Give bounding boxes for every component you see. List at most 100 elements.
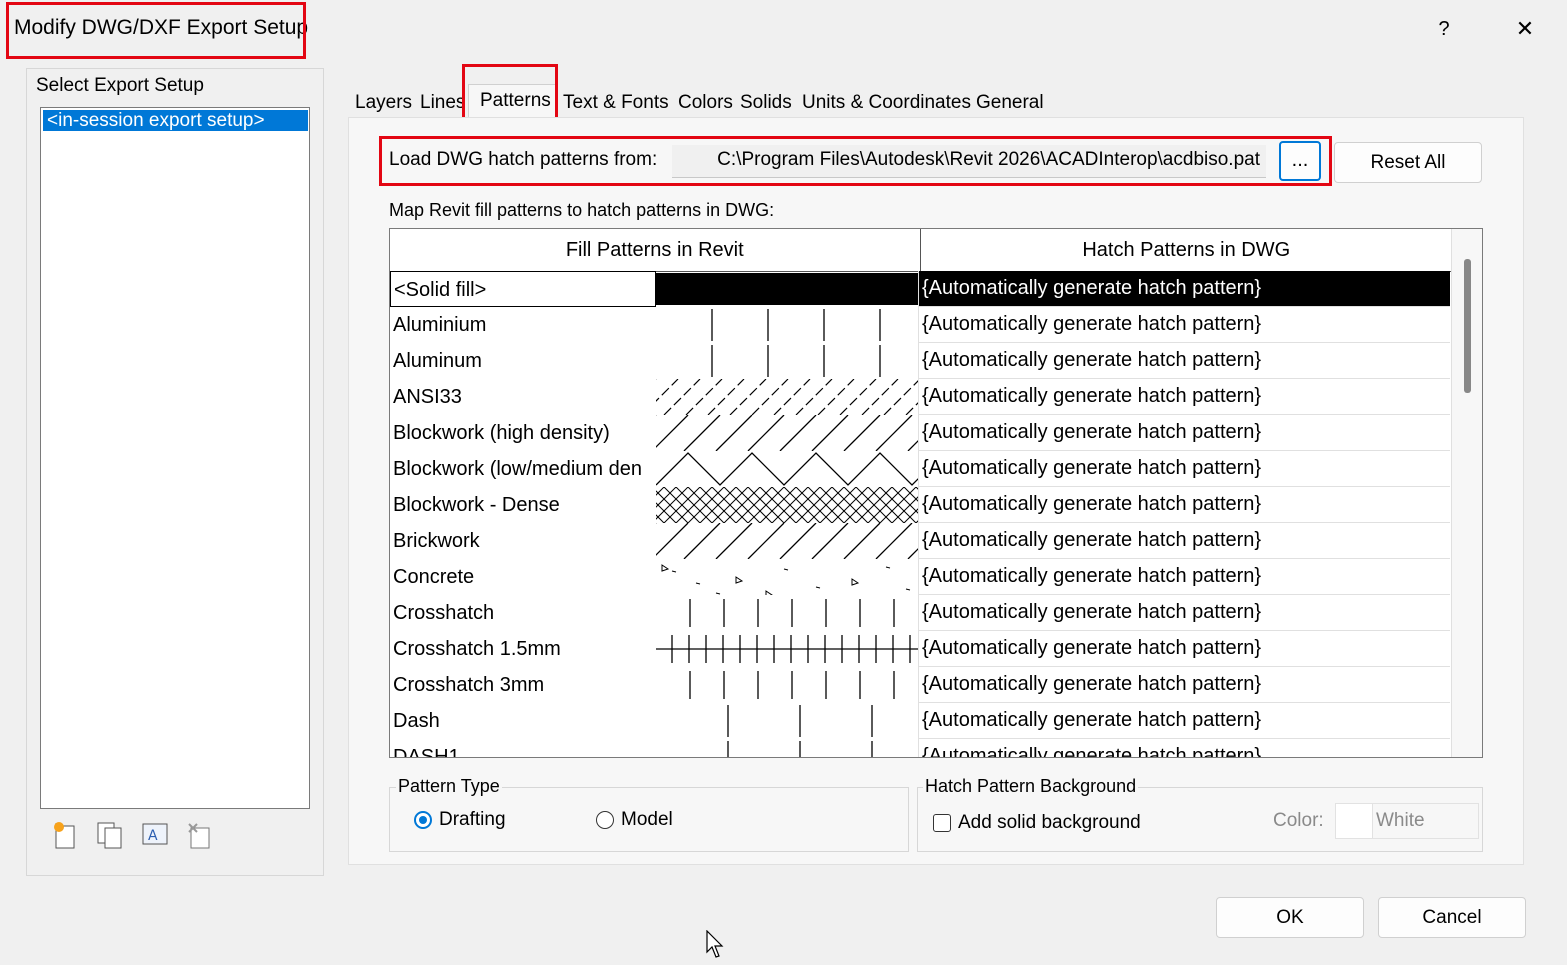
tab-layers[interactable]: Layers: [355, 90, 412, 116]
tab-general[interactable]: General: [976, 90, 1044, 116]
table-rows: <Solid fill> {Automatically generate hatc…: [390, 271, 1452, 758]
pattern-swatch: [656, 595, 918, 631]
pattern-mapping-table[interactable]: Fill Patterns in Revit Hatch Patterns in…: [389, 228, 1483, 758]
table-row[interactable]: Dash {Automatically generate hatch patter…: [390, 703, 1452, 739]
revit-pattern-name: Dash: [393, 710, 440, 732]
revit-pattern-name: Blockwork (low/medium den: [393, 458, 642, 480]
ok-button[interactable]: OK: [1216, 897, 1364, 938]
solid-background-label[interactable]: Add solid background: [958, 812, 1141, 834]
pattern-swatch: [656, 415, 918, 451]
dwg-hatch-cell[interactable]: {Automatically generate hatch pattern}: [918, 739, 1450, 757]
color-picker[interactable]: White: [1335, 803, 1479, 839]
table-header: Fill Patterns in Revit Hatch Patterns in…: [390, 229, 1452, 272]
table-row[interactable]: Brickwork {Automatically generate hatch p…: [390, 523, 1452, 559]
export-setup-item[interactable]: <in-session export setup>: [43, 110, 308, 131]
pattern-swatch: [656, 307, 918, 343]
delete-setup-icon[interactable]: [185, 820, 215, 850]
pattern-swatch: [656, 703, 918, 739]
table-row[interactable]: Blockwork (high density) {Automatically g…: [390, 415, 1452, 451]
export-setup-list[interactable]: [40, 107, 310, 809]
help-button[interactable]: ?: [1432, 14, 1456, 44]
model-radio[interactable]: [596, 811, 614, 829]
color-swatch: [1336, 804, 1373, 838]
column-header-dwg[interactable]: Hatch Patterns in DWG: [921, 229, 1453, 271]
table-row[interactable]: Crosshatch {Automatically generate hatch …: [390, 595, 1452, 631]
load-highlight-box: [379, 136, 1332, 186]
revit-pattern-name: Crosshatch: [393, 602, 495, 624]
cancel-button[interactable]: Cancel: [1378, 897, 1526, 938]
tab-colors[interactable]: Colors: [678, 90, 733, 116]
dwg-hatch-cell[interactable]: {Automatically generate hatch pattern}: [918, 595, 1450, 631]
dwg-hatch-cell[interactable]: {Automatically generate hatch pattern}: [918, 307, 1450, 343]
pattern-swatch: [656, 451, 918, 487]
revit-pattern-name: DASH1: [393, 746, 460, 758]
color-value: White: [1376, 810, 1425, 831]
revit-pattern-name: Aluminium: [393, 314, 487, 336]
revit-pattern-name: Concrete: [393, 566, 475, 588]
select-export-setup-label: Select Export Setup: [34, 75, 206, 97]
dwg-hatch-cell[interactable]: {Automatically generate hatch pattern}: [918, 631, 1450, 667]
new-setup-icon[interactable]: [50, 820, 80, 850]
revit-pattern-name: Crosshatch 3mm: [393, 674, 545, 696]
table-row[interactable]: Crosshatch 1.5mm {Automatically generate …: [390, 631, 1452, 667]
dwg-hatch-cell[interactable]: {Automatically generate hatch pattern}: [918, 415, 1450, 451]
dwg-hatch-cell[interactable]: {Automatically generate hatch pattern}: [918, 703, 1450, 739]
dwg-hatch-cell[interactable]: {Automatically generate hatch pattern}: [918, 667, 1450, 703]
svg-text:A: A: [148, 828, 158, 844]
pattern-swatch: [656, 523, 918, 559]
close-button[interactable]: ✕: [1510, 14, 1540, 44]
pattern-swatch: [656, 667, 918, 703]
pattern-swatch: [656, 631, 918, 667]
revit-pattern-name: Blockwork - Dense: [393, 494, 560, 516]
tab-highlight-box: [462, 64, 558, 120]
pattern-swatch: [656, 379, 918, 415]
tab-lines[interactable]: Lines: [420, 90, 465, 116]
tab-text-fonts[interactable]: Text & Fonts: [563, 90, 669, 116]
solid-background-checkbox[interactable]: [933, 814, 951, 832]
drafting-radio[interactable]: [414, 811, 432, 829]
title-highlight-box: [6, 2, 306, 59]
table-scrollbar[interactable]: [1451, 229, 1482, 757]
tab-solids[interactable]: Solids: [740, 90, 792, 116]
table-row[interactable]: <Solid fill> {Automatically generate hatc…: [390, 271, 1452, 307]
model-label[interactable]: Model: [621, 809, 673, 831]
dwg-hatch-cell[interactable]: {Automatically generate hatch pattern}: [918, 559, 1450, 595]
dwg-hatch-cell[interactable]: {Automatically generate hatch pattern}: [918, 379, 1450, 415]
dwg-hatch-cell[interactable]: {Automatically generate hatch pattern}: [918, 487, 1450, 523]
reset-all-button[interactable]: Reset All: [1334, 142, 1482, 183]
pattern-swatch: [656, 739, 918, 757]
dwg-hatch-cell[interactable]: {Automatically generate hatch pattern}: [918, 523, 1450, 559]
revit-pattern-name: <Solid fill>: [390, 271, 656, 307]
dwg-hatch-cell[interactable]: {Automatically generate hatch pattern}: [918, 343, 1450, 379]
drafting-label[interactable]: Drafting: [439, 809, 506, 831]
table-row[interactable]: Aluminum {Automatically generate hatch pa…: [390, 343, 1452, 379]
pattern-type-title: Pattern Type: [396, 776, 502, 797]
pattern-swatch: [656, 487, 918, 523]
table-row[interactable]: DASH1 {Automatically generate hatch patte…: [390, 739, 1452, 758]
scrollbar-thumb[interactable]: [1464, 259, 1471, 393]
revit-pattern-name: Crosshatch 1.5mm: [393, 638, 561, 660]
dwg-hatch-cell[interactable]: {Automatically generate hatch pattern}: [918, 271, 1450, 307]
revit-pattern-name: Aluminum: [393, 350, 482, 372]
table-row[interactable]: Blockwork (low/medium den {Automatically …: [390, 451, 1452, 487]
column-header-revit[interactable]: Fill Patterns in Revit: [390, 229, 921, 271]
revit-pattern-name: Brickwork: [393, 530, 480, 552]
revit-pattern-name: ANSI33: [393, 386, 462, 408]
tab-units-coordinates[interactable]: Units & Coordinates: [802, 90, 971, 116]
table-row[interactable]: Concrete {Automatically generate hatch pa…: [390, 559, 1452, 595]
pattern-swatch: [656, 271, 918, 307]
rename-setup-icon[interactable]: A: [140, 820, 170, 850]
pattern-swatch: [656, 343, 918, 379]
duplicate-setup-icon[interactable]: [95, 820, 125, 850]
map-patterns-label: Map Revit fill patterns to hatch pattern…: [389, 200, 775, 220]
table-row[interactable]: Aluminium {Automatically generate hatch p…: [390, 307, 1452, 343]
revit-pattern-name: Blockwork (high density): [393, 422, 610, 444]
color-label: Color:: [1273, 810, 1324, 831]
hatch-background-title: Hatch Pattern Background: [923, 776, 1139, 797]
table-row[interactable]: ANSI33 {Automatically generate hatch patt…: [390, 379, 1452, 415]
table-row[interactable]: Blockwork - Dense {Automatically generate…: [390, 487, 1452, 523]
pattern-swatch: [656, 559, 918, 595]
table-row[interactable]: Crosshatch 3mm {Automatically generate ha…: [390, 667, 1452, 703]
mouse-cursor-icon: [706, 929, 726, 965]
dwg-hatch-cell[interactable]: {Automatically generate hatch pattern}: [918, 451, 1450, 487]
